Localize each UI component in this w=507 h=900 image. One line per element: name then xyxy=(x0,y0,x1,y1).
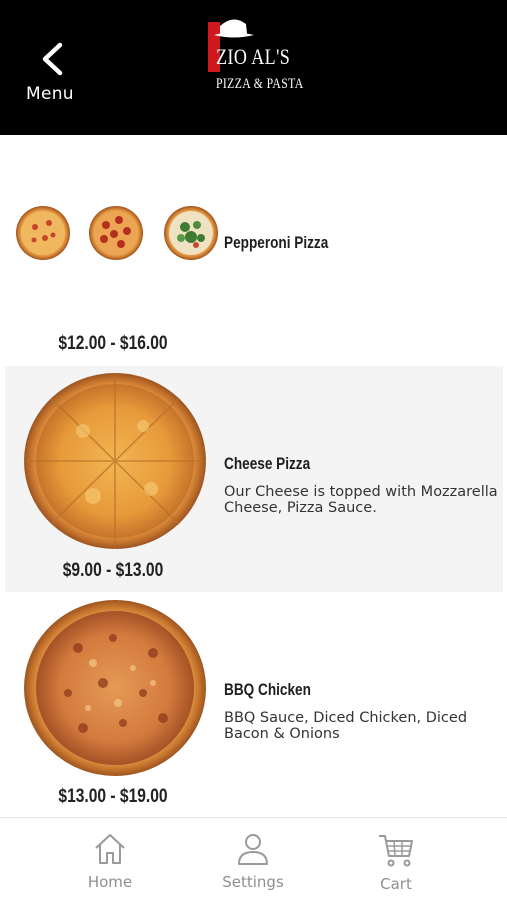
menu-item-pepperoni-pizza[interactable]: Pepperoni Pizza $12.00 - $16.00 xyxy=(5,135,503,366)
item-title: BBQ Chicken xyxy=(224,680,311,699)
pizza-thumbnail-pepperoni xyxy=(89,206,143,260)
chevron-left-icon xyxy=(42,42,63,76)
item-price: $12.00 - $16.00 xyxy=(58,333,168,354)
menu-list: Pepperoni Pizza $12.00 - $16.00 Cheese P… xyxy=(0,135,507,817)
app-header: Menu ZIO AL'S PIZZA & PASTA xyxy=(0,0,507,135)
back-label: Menu xyxy=(26,84,74,104)
user-icon xyxy=(238,834,268,865)
pizza-image-bbq-chicken xyxy=(24,600,206,776)
logo-tagline: PIZZA & PASTA xyxy=(216,76,304,92)
pizza-image-cheese xyxy=(24,373,206,549)
menu-item-cheese-pizza[interactable]: Cheese Pizza Our Cheese is topped with M… xyxy=(5,366,503,592)
menu-item-bbq-chicken[interactable]: BBQ Chicken BBQ Sauce, Diced Chicken, Di… xyxy=(5,592,503,817)
item-title: Pepperoni Pizza xyxy=(224,233,329,252)
tab-settings[interactable]: Settings xyxy=(183,818,323,900)
tab-label: Home xyxy=(87,873,133,891)
brand-logo: ZIO AL'S PIZZA & PASTA xyxy=(200,14,310,102)
tab-label: Cart xyxy=(380,875,412,893)
pizza-thumbnail-plain xyxy=(16,206,70,260)
back-button[interactable]: Menu xyxy=(22,36,84,108)
bottom-tab-bar: Home Settings Cart xyxy=(0,817,507,900)
home-icon xyxy=(95,834,125,864)
pizza-thumbnail-spinach xyxy=(164,206,218,260)
tab-home[interactable]: Home xyxy=(40,818,180,900)
item-price: $13.00 - $19.00 xyxy=(58,786,168,807)
item-title: Cheese Pizza xyxy=(224,454,311,473)
item-description: Our Cheese is topped with Mozzarella Che… xyxy=(224,484,498,516)
item-price: $9.00 - $13.00 xyxy=(62,560,164,581)
cart-icon xyxy=(379,835,413,867)
logo-wordmark: ZIO AL'S xyxy=(216,44,291,69)
item-description: BBQ Sauce, Diced Chicken, Diced Bacon & … xyxy=(224,710,468,742)
tab-label: Settings xyxy=(222,873,284,891)
tab-cart[interactable]: Cart xyxy=(326,818,466,900)
